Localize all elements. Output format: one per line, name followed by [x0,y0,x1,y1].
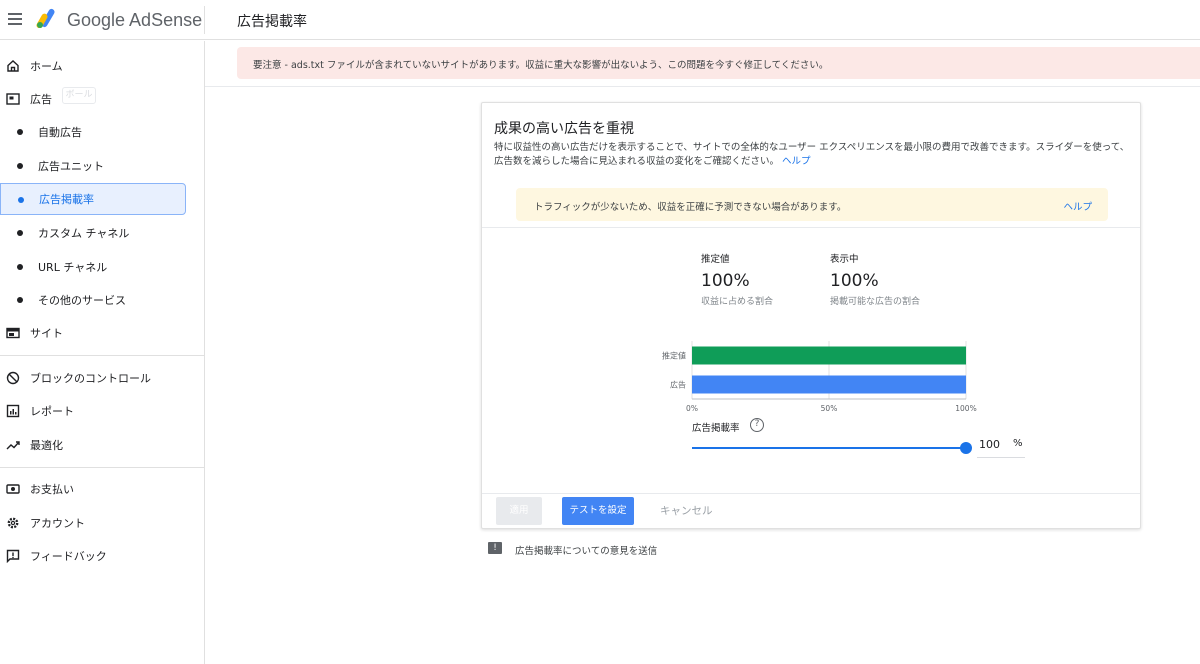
sidebar-item-other-services[interactable]: その他のサービス [0,284,204,316]
sidebar-item-url-channels[interactable]: URL チャネル [0,251,204,283]
sidebar-item-account[interactable]: アカウント [0,507,204,539]
feedback-icon [6,549,20,563]
bullet-icon [18,197,24,203]
ad-load-bar-chart: 推定値広告 0% 50% 100% [482,103,1140,423]
sidebar-item-label: フィードバック [30,550,107,563]
gear-icon [7,517,19,529]
set-up-test-button[interactable]: テストを設定 [562,497,634,525]
sidebar-item-payments[interactable]: お支払い [0,473,204,505]
trending-up-icon [6,441,20,450]
percent-unit: % [1013,438,1023,449]
sidebar-item-label: ホーム [30,60,63,73]
ad-load-slider-track[interactable] [692,447,966,449]
sidebar-item-custom-channels[interactable]: カスタム チャネル [0,217,204,249]
brand-name: Google AdSense [67,10,203,30]
sidebar-item-label: 広告掲載率 [39,193,94,206]
cancel-button[interactable]: キャンセル [660,497,713,525]
ad-load-card: 成果の高い広告を重視 特に収益性の高い広告だけを表示することで、サイトでの全体的… [481,102,1141,529]
adsense-logo [36,8,55,28]
home-icon [7,60,19,72]
sidebar-item-feedback[interactable]: フィードバック [0,540,204,572]
divider [205,86,1200,87]
page-title: 広告掲載率 [237,14,307,30]
bullet-icon [17,230,23,236]
tick-label-2: 100% [955,404,976,413]
chart-svg: 推定値広告 0% 50% 100% [662,341,977,413]
bullet-icon [17,129,23,135]
sidebar-item-label: 自動広告 [38,126,82,139]
top-app-bar: Google AdSense 広告掲載率 [0,0,1200,40]
block-icon [6,371,20,385]
reports-icon [6,404,20,418]
apply-button[interactable]: 適用 [496,497,542,525]
tick-label-1: 50% [821,404,838,413]
category-label-1: 広告 [670,380,686,390]
bullet-icon [17,297,23,303]
payments-icon [6,484,20,494]
sidebar-item-reports[interactable]: レポート [0,395,204,427]
sidebar-item-label: その他のサービス [38,294,126,307]
ads-icon [6,93,20,105]
sidebar-item-label: サイト [30,327,63,340]
divider [204,6,205,34]
feedback-icon: ! [488,542,502,554]
ghost-chip: ボール [62,87,96,104]
sidebar-item-sites[interactable]: サイト [0,317,204,349]
sites-icon [6,327,20,339]
ad-load-value: 100 [979,438,1000,451]
sidebar-item-ads[interactable]: 広告 [0,83,204,115]
bar-0 [692,346,966,365]
sidebar-item-label: 最適化 [30,439,63,452]
tick-label-0: 0% [686,404,698,413]
sidebar-item-label: カスタム チャネル [38,227,130,240]
bullet-icon [17,163,23,169]
sidebar-item-ad-units[interactable]: 広告ユニット [0,150,204,182]
sidebar-item-ad-load[interactable]: 広告掲載率 [0,183,186,215]
ad-load-slider-thumb[interactable] [960,442,972,454]
menu-icon[interactable] [8,13,22,25]
divider [482,493,1140,494]
sidebar-item-label: アカウント [30,517,85,530]
sidebar-item-label: ブロックのコントロール [30,372,151,385]
sidebar-item-optimization[interactable]: 最適化 [0,429,204,461]
sidebar-item-label: レポート [30,405,74,418]
sidebar-item-label: 広告 [30,93,52,106]
divider [0,355,204,356]
sidebar-item-label: 広告ユニット [38,160,104,173]
sidebar: ホーム 広告 ボール 自動広告 広告ユニット 広告掲載率 カスタム チャネル U… [0,41,205,664]
ad-load-label: 広告掲載率 [692,423,740,434]
bullet-icon [17,264,23,270]
bar-1 [692,375,966,394]
sidebar-item-auto-ads[interactable]: 自動広告 [0,116,204,148]
ads-txt-warning-banner: 要注意 - ads.txt ファイルが含まれていないサイトがあります。収益に重大… [237,47,1200,79]
sidebar-item-blocking-controls[interactable]: ブロックのコントロール [0,362,204,394]
help-icon[interactable]: ? [750,418,764,432]
sidebar-item-label: URL チャネル [38,261,108,274]
divider [0,467,204,468]
sidebar-item-home[interactable]: ホーム [0,50,204,82]
category-label-0: 推定値 [662,351,686,361]
sidebar-item-label: お支払い [30,483,74,496]
ad-load-input[interactable]: 100 % [977,434,1025,458]
warning-text: 要注意 - ads.txt ファイルが含まれていないサイトがあります。収益に重大… [253,60,829,71]
feedback-text: 広告掲載率についての意見を送信 [515,546,658,557]
